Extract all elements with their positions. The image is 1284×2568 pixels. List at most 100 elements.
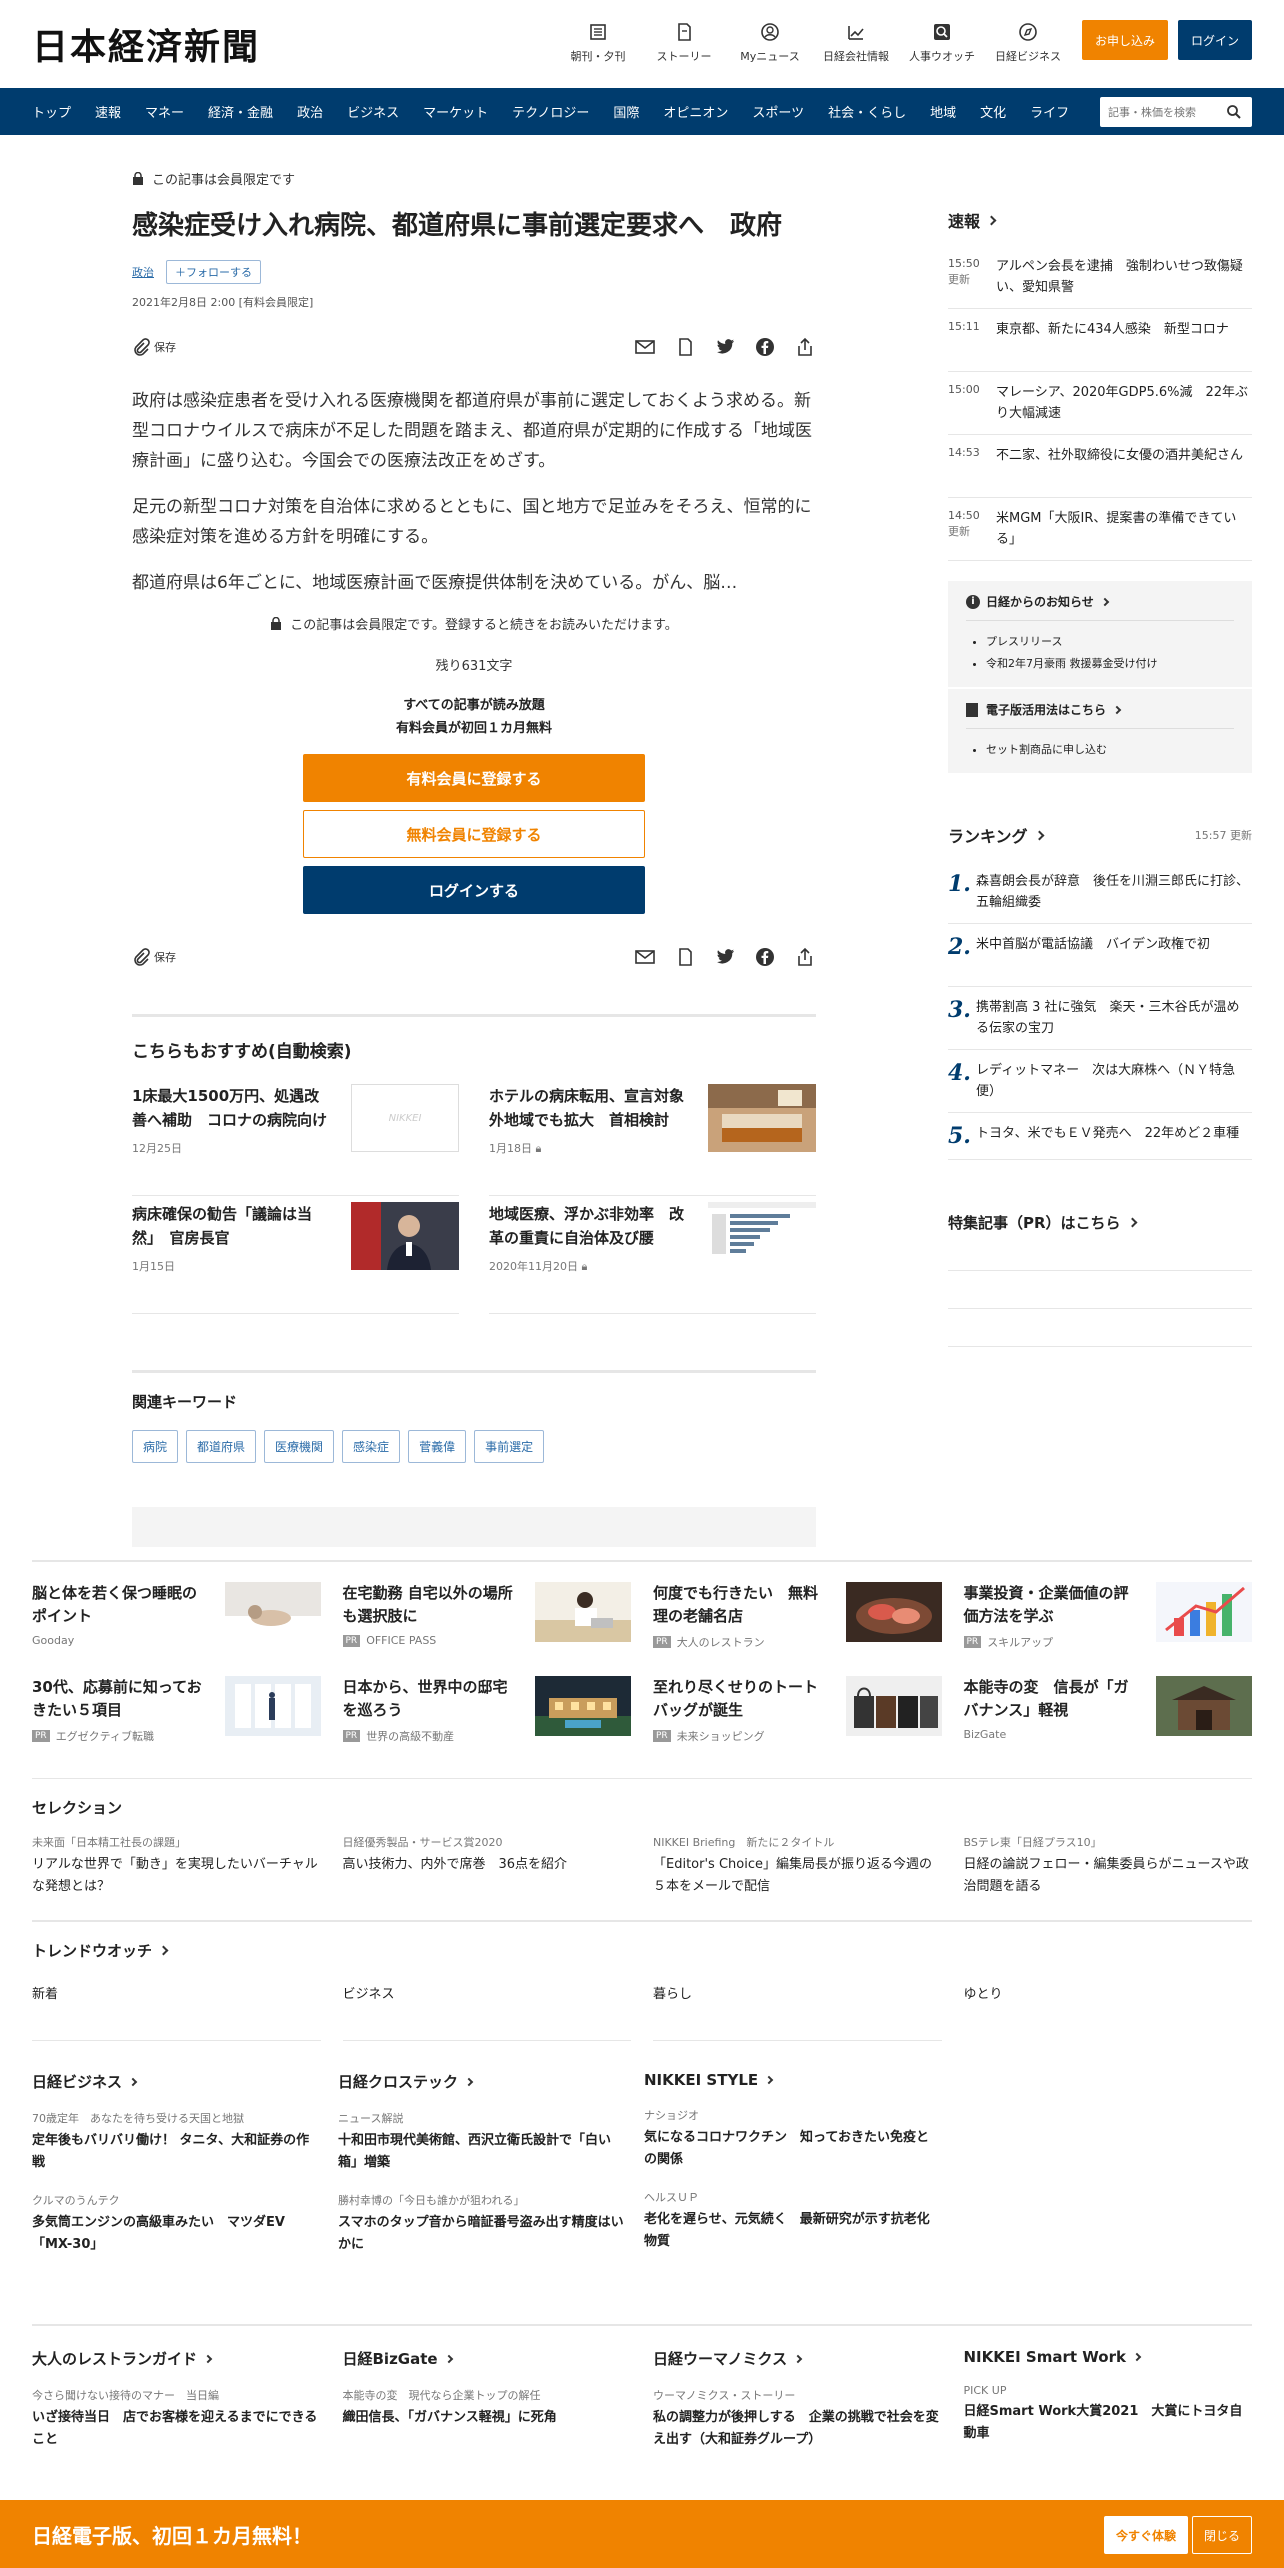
selection-item[interactable]: BSテレ東「日経プラス10」 日経の論説フェロー・編集委員らがニュースや政治問題を… bbox=[964, 1834, 1253, 1898]
nav-item-life[interactable]: ライフ bbox=[1018, 102, 1081, 121]
ad-item[interactable]: 何度でも行きたい 無料理の老舗名店 PR 大人のレストラン bbox=[653, 1582, 942, 1650]
nav-item-market[interactable]: マーケット bbox=[411, 102, 500, 121]
pr-heading[interactable]: 特集記事（PR）はこちら bbox=[948, 1212, 1252, 1233]
media-title[interactable]: 定年後もバリバリ働け！ タニタ、大和証券の作戦 bbox=[32, 2130, 318, 2174]
mail-icon[interactable] bbox=[634, 336, 656, 358]
trend-column[interactable]: 暮らし bbox=[653, 1983, 942, 2041]
trend-heading[interactable]: トレンドウオッチ bbox=[32, 1940, 1252, 1961]
ranking-item[interactable]: 3. 携帯割高 3 社に強気 楽天・三木谷氏が温める伝家の宝刀 bbox=[948, 987, 1252, 1050]
header-nav-business[interactable]: 日経ビジネス bbox=[988, 20, 1068, 64]
nav-item-business[interactable]: ビジネス bbox=[335, 102, 411, 121]
nav-item-sports[interactable]: スポーツ bbox=[740, 102, 816, 121]
digital-item[interactable]: セット割商品に申し込む bbox=[986, 739, 1234, 761]
sokuho-item[interactable]: 15:11 東京都、新たに434人感染 新型コロナ bbox=[948, 309, 1252, 372]
facebook-icon[interactable] bbox=[754, 336, 776, 358]
bottom-title[interactable]: いざ接待当日 店でお客様を迎えるまでにできること bbox=[32, 2407, 321, 2451]
trial-button[interactable]: 今すぐ体験 bbox=[1104, 2516, 1188, 2554]
recommend-item[interactable]: 地域医療、浮かぶ非効率 改革の重責に自治体及び腰 2020年11月20日 🔒︎ bbox=[489, 1196, 816, 1314]
keyword-tag[interactable]: 感染症 bbox=[342, 1430, 401, 1463]
close-banner-button[interactable]: 閉じる bbox=[1192, 2516, 1252, 2554]
media-title[interactable]: スマホのタップ音から暗証番号盗み出す精度はいかに bbox=[338, 2212, 624, 2256]
selection-item[interactable]: 日経優秀製品・サービス賞2020 高い技術力、内外で席巻 36点を紹介 bbox=[343, 1834, 632, 1898]
nav-item-sokuho[interactable]: 速報 bbox=[83, 102, 133, 121]
media-heading[interactable]: NIKKEI STYLE bbox=[644, 2071, 930, 2089]
bottom-title[interactable]: 織田信長、「ガバナンス軽視」に死角 bbox=[343, 2407, 632, 2429]
bottom-heading[interactable]: 日経BizGate bbox=[343, 2348, 632, 2369]
bookmark-icon[interactable] bbox=[674, 946, 696, 968]
nav-item-economy[interactable]: 経済・金融 bbox=[196, 102, 285, 121]
category-link[interactable]: 政治 bbox=[132, 264, 154, 280]
search-icon[interactable] bbox=[1226, 104, 1242, 120]
ranking-item[interactable]: 4. レディットマネー 次は大麻株へ（ＮＹ特急便） bbox=[948, 1050, 1252, 1113]
info-item[interactable]: 令和2年7月豪雨 救援募金受け付け bbox=[986, 653, 1234, 675]
ad-item[interactable]: 30代、応募前に知っておきたい５項目 PR エグゼクティブ転職 bbox=[32, 1676, 321, 1744]
info-heading[interactable]: i 日経からのお知らせ bbox=[966, 593, 1234, 621]
facebook-icon[interactable] bbox=[754, 946, 776, 968]
keyword-tag[interactable]: 菅義偉 bbox=[408, 1430, 467, 1463]
ad-item[interactable]: 至れり尽くせりのトートバッグが誕生 PR 未来ショッピング bbox=[653, 1676, 942, 1744]
ad-item[interactable]: 在宅勤務 自宅以外の場所も選択肢に PR OFFICE PASS bbox=[342, 1582, 631, 1650]
register-paid-button[interactable]: 有料会員に登録する bbox=[303, 754, 645, 802]
nav-item-society[interactable]: 社会・くらし bbox=[816, 102, 918, 121]
media-title[interactable]: 気になるコロナワクチン 知っておきたい免疫との関係 bbox=[644, 2127, 930, 2171]
header-nav-story[interactable]: ストーリー bbox=[644, 20, 724, 64]
media-heading[interactable]: 日経クロステック bbox=[338, 2071, 624, 2092]
sokuho-item[interactable]: 15:50 更新 アルペン会長を逮捕 強制わいせつ致傷疑い、愛知県警 bbox=[948, 246, 1252, 309]
nav-item-culture[interactable]: 文化 bbox=[968, 102, 1018, 121]
share-icon[interactable] bbox=[794, 946, 816, 968]
recommend-item[interactable]: 病床確保の勧告「議論は当然」 官房長官 1月15日 bbox=[132, 1196, 459, 1314]
site-logo[interactable]: 日本経済新聞 bbox=[32, 18, 260, 70]
ranking-item[interactable]: 1. 森喜朗会長が辞意 後任を川淵三郎氏に打診、五輪組織委 bbox=[948, 861, 1252, 924]
nav-item-politics[interactable]: 政治 bbox=[285, 102, 335, 121]
selection-item[interactable]: 未来面「日本精工社長の課題」 リアルな世界で「動き」を実現したいバーチャルな発想と… bbox=[32, 1834, 321, 1898]
sokuho-heading[interactable]: 速報 bbox=[948, 208, 1252, 232]
keyword-tag[interactable]: 都道府県 bbox=[186, 1430, 257, 1463]
trend-column[interactable]: 新着 bbox=[32, 1983, 321, 2041]
nav-item-top[interactable]: トップ bbox=[20, 102, 83, 121]
nav-item-technology[interactable]: テクノロジー bbox=[500, 102, 601, 121]
keyword-tag[interactable]: 医療機関 bbox=[264, 1430, 335, 1463]
bottom-heading[interactable]: 日経ウーマノミクス bbox=[653, 2348, 942, 2369]
header-nav-company[interactable]: 日経会社情報 bbox=[816, 20, 896, 64]
login-article-button[interactable]: ログインする bbox=[303, 866, 645, 914]
bottom-heading[interactable]: NIKKEI Smart Work bbox=[964, 2348, 1253, 2366]
sokuho-item[interactable]: 14:53 不二家、社外取締役に女優の酒井美紀さん bbox=[948, 435, 1252, 498]
header-nav-paper[interactable]: 朝刊・夕刊 bbox=[558, 20, 638, 64]
ad-item[interactable]: 事業投資・企業価値の評価方法を学ぶ PR スキルアップ bbox=[963, 1582, 1252, 1650]
bottom-title[interactable]: 日経Smart Work大賞2021 大賞にトヨタ自動車 bbox=[964, 2401, 1253, 2445]
ranking-item[interactable]: 5. トヨタ、米でもＥＶ発売へ 22年めど２車種 bbox=[948, 1113, 1252, 1160]
trend-column[interactable]: ゆとり bbox=[964, 1983, 1253, 2041]
bookmark-icon[interactable] bbox=[674, 336, 696, 358]
ranking-item[interactable]: 2. 米中首脳が電話協議 バイデン政権で初 bbox=[948, 924, 1252, 987]
keyword-tag[interactable]: 病院 bbox=[132, 1430, 179, 1463]
follow-button[interactable]: ＋フォローする bbox=[166, 260, 261, 284]
sokuho-item[interactable]: 15:00 マレーシア、2020年GDP5.6%減 22年ぶり大幅減速 bbox=[948, 372, 1252, 435]
register-free-button[interactable]: 無料会員に登録する bbox=[303, 810, 645, 858]
login-button[interactable]: ログイン bbox=[1178, 20, 1252, 60]
keyword-tag[interactable]: 事前選定 bbox=[474, 1430, 545, 1463]
digital-heading[interactable]: 電子版活用法はこちら bbox=[966, 701, 1234, 729]
media-title[interactable]: 老化を遅らせ、元気続く 最新研究が示す抗老化物質 bbox=[644, 2209, 930, 2253]
ad-item[interactable]: 脳と体を若く保つ睡眠のポイント Gooday bbox=[32, 1582, 321, 1650]
share-icon[interactable] bbox=[794, 336, 816, 358]
recommend-item[interactable]: ホテルの病床転用、宣言対象外地域でも拡大 首相検討 1月18日 🔒︎ bbox=[489, 1078, 816, 1196]
bottom-title[interactable]: 私の調整力が後押しする 企業の挑戦で社会を変え出す（大和証券グループ） bbox=[653, 2407, 942, 2451]
nav-item-international[interactable]: 国際 bbox=[601, 102, 651, 121]
sokuho-item[interactable]: 14:50 更新 米MGM「大阪IR、提案書の準備できている」 bbox=[948, 498, 1252, 561]
media-title[interactable]: 多気筒エンジンの高級車みたい マツダEV「MX-30」 bbox=[32, 2212, 318, 2256]
twitter-icon[interactable] bbox=[714, 946, 736, 968]
twitter-icon[interactable] bbox=[714, 336, 736, 358]
ad-item[interactable]: 日本から、世界中の邸宅を巡ろう PR 世界の高級不動産 bbox=[342, 1676, 631, 1744]
nav-item-money[interactable]: マネー bbox=[133, 102, 196, 121]
header-nav-jinji[interactable]: 人事ウオッチ bbox=[902, 20, 982, 64]
ranking-heading[interactable]: ランキング bbox=[948, 823, 1044, 847]
trend-column[interactable]: ビジネス bbox=[342, 1983, 631, 2041]
search-input[interactable] bbox=[1108, 105, 1218, 119]
header-nav-mynews[interactable]: Myニュース bbox=[730, 20, 810, 64]
nav-item-region[interactable]: 地域 bbox=[918, 102, 968, 121]
nav-item-opinion[interactable]: オピニオン bbox=[651, 102, 740, 121]
selection-item[interactable]: NIKKEI Briefing 新たに２タイトル 「Editor's Choice… bbox=[653, 1834, 942, 1898]
save-button[interactable]: 保存 bbox=[132, 338, 176, 356]
bottom-heading[interactable]: 大人のレストランガイド bbox=[32, 2348, 321, 2369]
media-title[interactable]: 十和田市現代美術館、西沢立衛氏設計で「白い箱」増築 bbox=[338, 2130, 624, 2174]
